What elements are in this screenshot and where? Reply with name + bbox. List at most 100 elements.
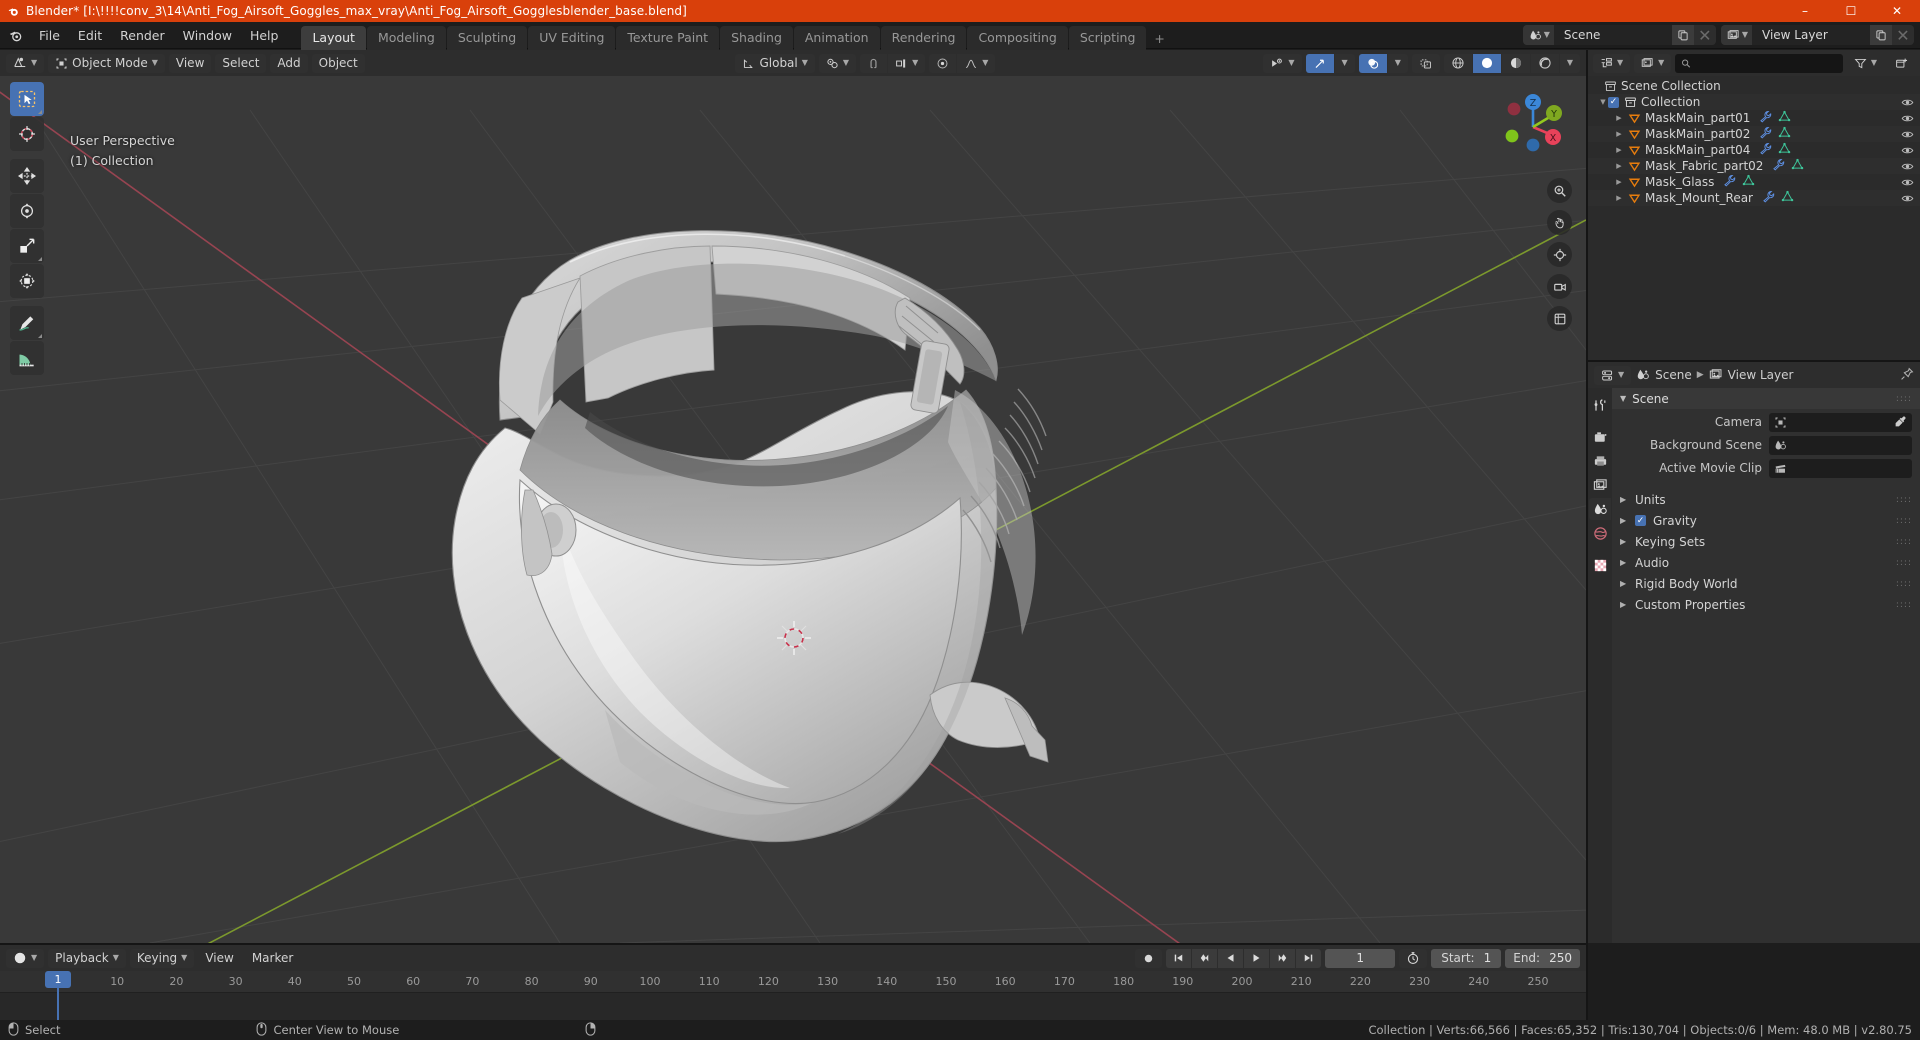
pivot-point-selector[interactable]: ▼ <box>818 53 857 73</box>
outliner-row-scene-collection[interactable]: Scene Collection <box>1588 78 1920 94</box>
properties-tab-scene[interactable] <box>1589 498 1611 520</box>
disclosure-triangle-icon[interactable]: ▶ <box>1614 114 1624 122</box>
disclosure-triangle-icon[interactable]: ▼ <box>1620 394 1626 403</box>
timeline-editor-type-button[interactable]: ▼ <box>6 948 45 968</box>
move-view-icon[interactable] <box>1547 210 1572 235</box>
interaction-mode-selector[interactable]: Object Mode ▼ <box>48 53 165 73</box>
snap-target-selector[interactable]: ▼ <box>888 53 926 73</box>
outliner-editor-type-button[interactable]: ▼ <box>1593 53 1631 73</box>
snap-toggle-button[interactable] <box>860 53 888 73</box>
frame-end-field[interactable]: End: 250 <box>1505 948 1580 968</box>
visibility-eye-icon[interactable] <box>1901 112 1914 125</box>
measure-tool[interactable] <box>10 341 44 375</box>
close-button[interactable]: ✕ <box>1874 0 1920 22</box>
xray-toggle[interactable] <box>1411 53 1440 73</box>
properties-tab-output[interactable] <box>1589 450 1611 472</box>
visibility-eye-icon[interactable] <box>1901 160 1914 173</box>
disclosure-triangle-icon[interactable]: ▶ <box>1614 146 1624 154</box>
mesh-data-icon[interactable] <box>1781 190 1794 206</box>
tab-layout[interactable]: Layout <box>301 26 366 50</box>
gizmo-options-dropdown[interactable]: ▼ <box>1334 53 1355 73</box>
menu-help[interactable]: Help <box>241 25 288 46</box>
menu-edit[interactable]: Edit <box>69 25 111 46</box>
previous-keyframe-button[interactable] <box>1192 948 1218 968</box>
tool-expand-corner[interactable] <box>38 110 42 114</box>
auto-keying-button[interactable] <box>1135 948 1163 968</box>
current-frame-field[interactable]: 1 <box>1325 948 1396 968</box>
annotate-tool[interactable] <box>10 306 44 340</box>
rotate-tool[interactable] <box>10 194 44 228</box>
navigation-gizmo[interactable]: Z Y X <box>1490 84 1576 170</box>
editor-splitter-horizontal-right[interactable] <box>1588 360 1920 362</box>
outliner-row-object[interactable]: ▶ MaskMain_part01 <box>1588 110 1920 126</box>
frame-start-field[interactable]: Start: 1 <box>1431 948 1502 968</box>
play-reverse-button[interactable] <box>1218 948 1244 968</box>
tab-sculpting[interactable]: Sculpting <box>446 26 528 50</box>
disclosure-triangle-icon[interactable]: ▼ <box>1598 98 1608 106</box>
drag-handle-icon[interactable]: :::: <box>1896 537 1912 546</box>
properties-editor[interactable]: ▼ Scene ▶ View Layer ▼ Scene:::: Camera… <box>1588 362 1920 943</box>
outliner-row-object[interactable]: ▶ Mask_Glass <box>1588 174 1920 190</box>
mesh-data-icon[interactable] <box>1778 110 1791 126</box>
timeline-menu-view[interactable]: View <box>198 949 240 968</box>
drag-handle-icon[interactable]: :::: <box>1896 516 1912 525</box>
outliner-row-object[interactable]: ▶ MaskMain_part04 <box>1588 142 1920 158</box>
disclosure-triangle-icon[interactable]: ▶ <box>1620 537 1628 546</box>
scale-tool[interactable] <box>10 229 44 263</box>
visibility-eye-icon[interactable] <box>1901 96 1914 109</box>
viewport-menu-add[interactable]: Add <box>270 53 308 73</box>
tab-compositing[interactable]: Compositing <box>967 26 1068 50</box>
tool-expand-corner[interactable] <box>38 257 42 261</box>
timeline-editor[interactable]: ▼ Playback ▼ Keying ▼ View Marker 1 Star… <box>0 945 1586 1020</box>
visibility-eye-icon[interactable] <box>1901 176 1914 189</box>
drag-handle-icon[interactable]: :::: <box>1896 579 1912 588</box>
camera-input[interactable] <box>1769 412 1912 432</box>
play-button[interactable] <box>1244 948 1270 968</box>
viewport-canvas[interactable] <box>0 50 1586 943</box>
shading-wireframe-button[interactable] <box>1443 53 1472 73</box>
outliner-row-collection[interactable]: ▼ ✓ Collection <box>1588 94 1920 110</box>
editor-type-button[interactable]: ▼ <box>6 53 45 73</box>
section-gravity[interactable]: ▶ ✓ Gravity :::: <box>1612 510 1920 531</box>
minimize-button[interactable]: – <box>1782 0 1828 22</box>
disclosure-triangle-icon[interactable]: ▶ <box>1620 600 1628 609</box>
visibility-eye-icon[interactable] <box>1901 128 1914 141</box>
outliner-search-field[interactable] <box>1695 56 1837 70</box>
outliner-editor[interactable]: ▼ ▼ ▼ Scene Collection ▼ ✓ Collection ▶ … <box>1588 50 1920 360</box>
disclosure-triangle-icon[interactable]: ▶ <box>1614 178 1624 186</box>
remove-view-layer-button[interactable]: ✕ <box>1892 25 1914 45</box>
scene-name-value[interactable]: Scene <box>1553 25 1672 45</box>
new-view-layer-button[interactable] <box>1870 25 1892 45</box>
scene-selector[interactable]: ▼ Scene ✕ <box>1522 25 1716 45</box>
mesh-data-icon[interactable] <box>1742 174 1755 190</box>
disclosure-triangle-icon[interactable]: ▶ <box>1614 130 1624 138</box>
jump-to-end-button[interactable] <box>1296 948 1322 968</box>
transform-orientation-selector[interactable]: Global ▼ <box>735 53 815 73</box>
modifier-wrench-icon[interactable] <box>1759 142 1772 158</box>
use-preview-range-button[interactable] <box>1399 948 1428 968</box>
zoom-camera-icon[interactable] <box>1547 242 1572 267</box>
modifier-wrench-icon[interactable] <box>1759 126 1772 142</box>
outliner-display-mode-button[interactable]: ▼ <box>1634 53 1672 73</box>
section-units[interactable]: ▶ Units :::: <box>1612 489 1920 510</box>
shading-options-dropdown[interactable]: ▼ <box>1559 53 1580 73</box>
viewport-menu-view[interactable]: View <box>168 53 212 73</box>
collection-checkbox[interactable]: ✓ <box>1608 96 1619 108</box>
new-scene-button[interactable] <box>1671 25 1694 45</box>
outliner-filter-button[interactable]: ▼ <box>1847 54 1884 73</box>
shading-rendered-button[interactable] <box>1530 53 1559 73</box>
blender-logo-icon[interactable] <box>0 28 30 43</box>
drag-handle-icon[interactable]: :::: <box>1896 394 1912 403</box>
unlink-scene-button[interactable]: ✕ <box>1693 25 1716 45</box>
timeline-track-area[interactable]: 10 20 30 40 50 60 70 80 90 100 110 120 130 140 150 160 1… <box>0 971 1586 1020</box>
tool-expand-corner[interactable] <box>38 334 42 338</box>
mesh-data-icon[interactable] <box>1778 142 1791 158</box>
shading-solid-button[interactable] <box>1472 53 1501 73</box>
timeline-menu-playback[interactable]: Playback ▼ <box>48 948 126 968</box>
mesh-data-icon[interactable] <box>1778 126 1791 142</box>
disclosure-triangle-icon[interactable]: ▶ <box>1620 495 1628 504</box>
disclosure-triangle-icon[interactable]: ▶ <box>1620 558 1628 567</box>
properties-tab-render[interactable] <box>1589 426 1611 448</box>
menu-render[interactable]: Render <box>111 25 174 46</box>
disclosure-triangle-icon[interactable]: ▶ <box>1614 162 1624 170</box>
